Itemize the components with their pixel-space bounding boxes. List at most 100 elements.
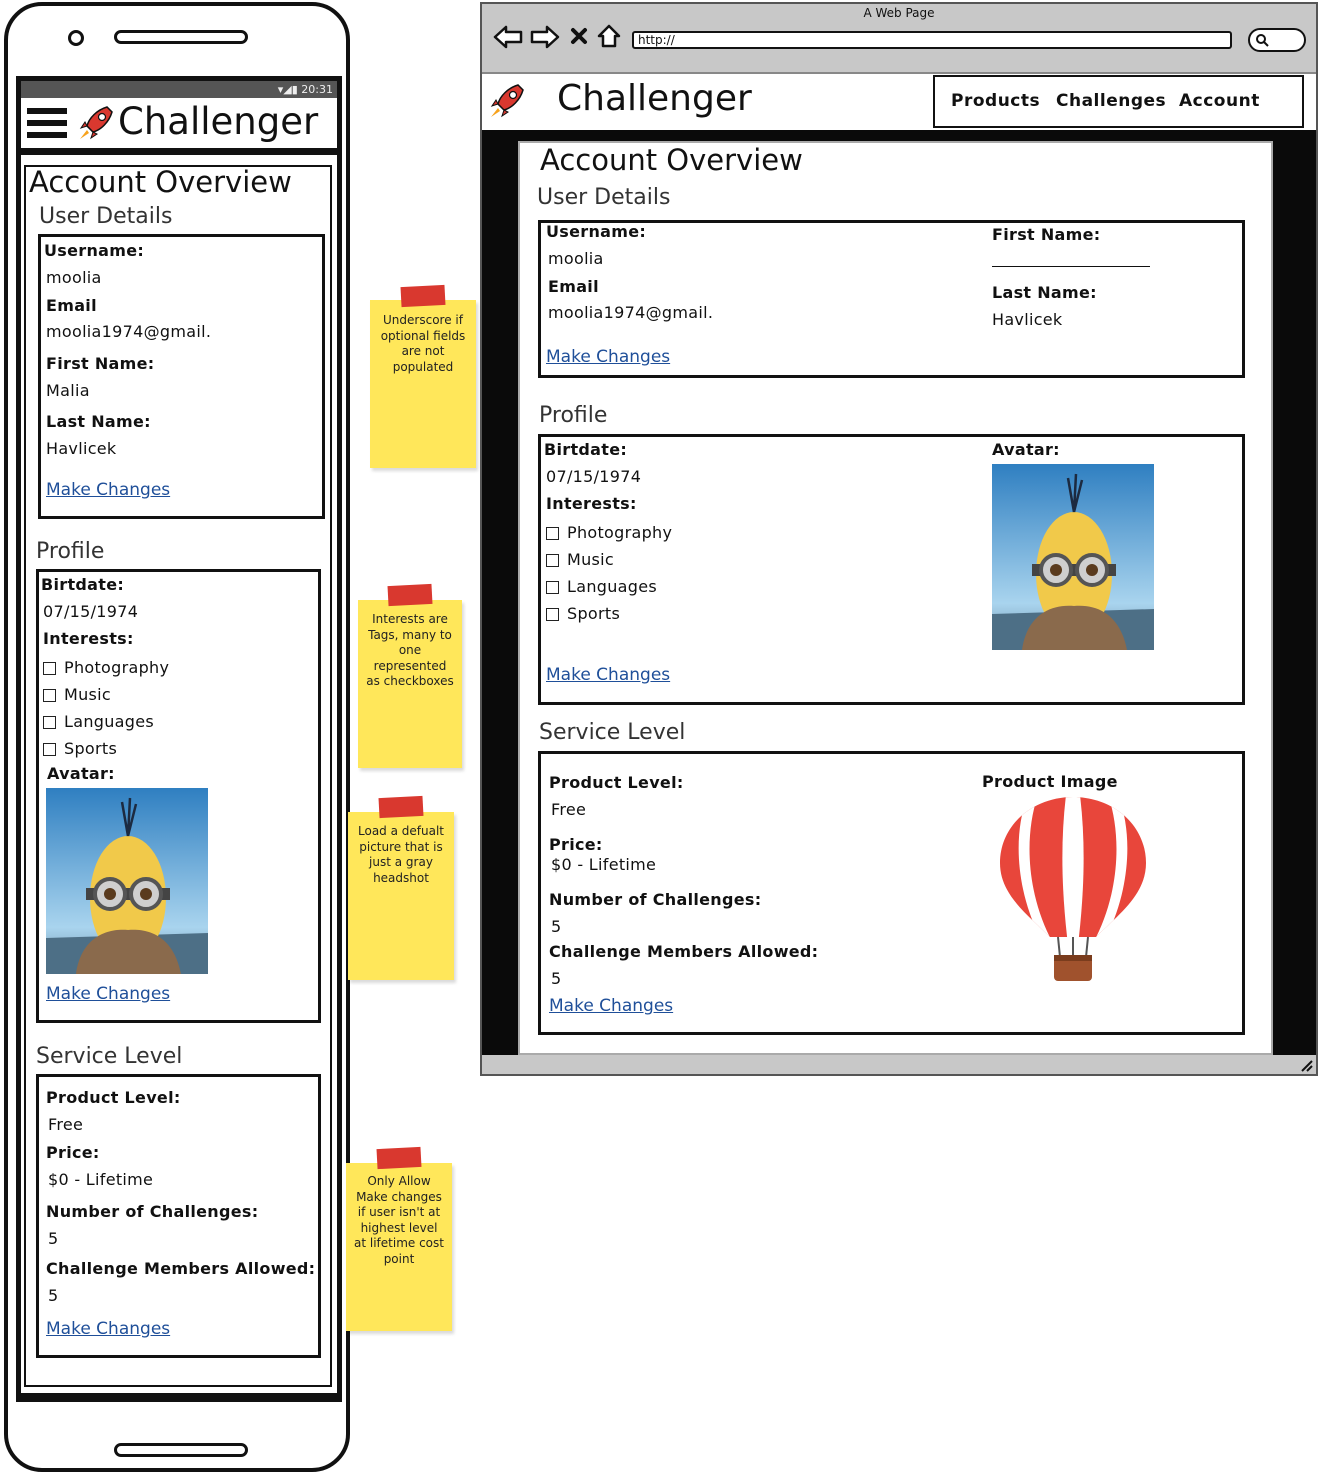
browser-user-details-heading: User Details bbox=[537, 185, 671, 210]
browser-price-value: $0 - Lifetime bbox=[551, 855, 657, 874]
browser-user-make-changes-link[interactable]: Make Changes bbox=[546, 347, 670, 367]
nav-account[interactable]: Account bbox=[1179, 91, 1260, 111]
mobile-interest-sports[interactable]: Sports bbox=[43, 739, 117, 758]
tape-strip bbox=[387, 583, 433, 607]
phone-home-button[interactable] bbox=[114, 1443, 248, 1457]
browser-app-title: Challenger bbox=[557, 78, 752, 119]
phone-camera bbox=[68, 30, 84, 46]
mobile-username-value: moolia bbox=[46, 268, 102, 287]
hot-air-balloon-icon bbox=[1000, 797, 1146, 981]
mobile-app-title: Challenger bbox=[118, 100, 319, 143]
browser-email-value: moolia1974@gmail. bbox=[548, 303, 714, 322]
rocket-logo-icon bbox=[79, 106, 113, 140]
browser-price-label: Price: bbox=[549, 835, 603, 854]
browser-product-level-label: Product Level: bbox=[549, 773, 684, 792]
browser-avatar-image[interactable] bbox=[992, 464, 1154, 650]
sticky-note-interests: Interests are Tags, many to one represen… bbox=[358, 600, 462, 768]
checkbox-icon[interactable] bbox=[546, 554, 559, 567]
browser-challenges-label: Number of Challenges: bbox=[549, 890, 762, 909]
home-icon[interactable] bbox=[596, 23, 622, 49]
status-bar: ▾◢▮ 20:31 bbox=[21, 81, 337, 98]
browser-email-label: Email bbox=[548, 277, 599, 296]
checkbox-icon[interactable] bbox=[546, 581, 559, 594]
mobile-user-make-changes-link[interactable]: Make Changes bbox=[46, 480, 170, 500]
mobile-last-name-value: Havlicek bbox=[46, 439, 117, 458]
mobile-interest-music[interactable]: Music bbox=[43, 685, 111, 704]
mobile-first-name-label: First Name: bbox=[46, 354, 155, 373]
hamburger-menu-icon[interactable] bbox=[27, 108, 67, 142]
browser-avatar-label: Avatar: bbox=[992, 440, 1060, 459]
browser-interest-music[interactable]: Music bbox=[546, 550, 614, 569]
mobile-price-label: Price: bbox=[46, 1143, 100, 1162]
sticky-note-underscore: Underscore if optional fields are not po… bbox=[370, 300, 476, 468]
checkbox-icon[interactable] bbox=[43, 689, 56, 702]
mobile-interest-photography[interactable]: Photography bbox=[43, 658, 169, 677]
checkbox-icon[interactable] bbox=[546, 608, 559, 621]
mobile-page-title: Account Overview bbox=[29, 165, 292, 199]
mobile-avatar-label: Avatar: bbox=[47, 764, 115, 783]
browser-page-title: Account Overview bbox=[540, 143, 803, 177]
mobile-interests-label: Interests: bbox=[43, 629, 134, 648]
mobile-challenges-label: Number of Challenges: bbox=[46, 1202, 259, 1221]
mobile-app-header: Challenger bbox=[21, 98, 337, 148]
browser-interests-label: Interests: bbox=[546, 494, 637, 513]
browser-interest-sports[interactable]: Sports bbox=[546, 604, 620, 623]
mobile-first-name-value: Malia bbox=[46, 381, 90, 400]
mobile-service-make-changes-link[interactable]: Make Changes bbox=[46, 1319, 170, 1339]
mobile-challenges-value: 5 bbox=[48, 1229, 59, 1248]
browser-service-heading: Service Level bbox=[539, 720, 686, 745]
search-box[interactable] bbox=[1248, 28, 1306, 52]
rocket-logo-icon bbox=[490, 84, 524, 118]
nav-challenges[interactable]: Challenges bbox=[1056, 91, 1166, 111]
browser-interest-languages[interactable]: Languages bbox=[546, 577, 657, 596]
mobile-user-details-heading: User Details bbox=[39, 204, 173, 229]
mobile-members-label: Challenge Members Allowed: bbox=[46, 1259, 316, 1278]
browser-first-name-empty-underline bbox=[992, 266, 1150, 267]
mobile-last-name-label: Last Name: bbox=[46, 412, 151, 431]
mobile-avatar-image[interactable] bbox=[46, 788, 208, 974]
browser-interest-photography[interactable]: Photography bbox=[546, 523, 672, 542]
tape-strip bbox=[378, 795, 424, 819]
nav-products[interactable]: Products bbox=[951, 91, 1040, 111]
stop-x-icon[interactable] bbox=[570, 27, 588, 45]
status-time: 20:31 bbox=[301, 83, 333, 96]
browser-username-value: moolia bbox=[548, 249, 604, 268]
back-arrow-icon[interactable] bbox=[493, 24, 523, 50]
sticky-note-avatar: Load a defualt picture that is just a gr… bbox=[348, 812, 454, 980]
address-bar[interactable]: http:// bbox=[632, 31, 1232, 49]
mobile-birthdate-label: Birtdate: bbox=[41, 575, 125, 594]
mobile-interest-languages[interactable]: Languages bbox=[43, 712, 154, 731]
mobile-product-level-value: Free bbox=[48, 1115, 84, 1134]
browser-profile-make-changes-link[interactable]: Make Changes bbox=[546, 665, 670, 685]
address-bar-url: http:// bbox=[638, 33, 675, 47]
checkbox-icon[interactable] bbox=[43, 743, 56, 756]
tape-strip bbox=[400, 284, 446, 308]
forward-arrow-icon[interactable] bbox=[530, 24, 560, 50]
browser-window-title: A Web Page bbox=[863, 6, 935, 20]
tape-strip bbox=[376, 1146, 422, 1170]
search-icon bbox=[1256, 34, 1269, 47]
mobile-email-label: Email bbox=[46, 296, 97, 315]
browser-birthdate-value: 07/15/1974 bbox=[546, 467, 642, 486]
browser-challenges-value: 5 bbox=[551, 917, 562, 936]
phone-speaker bbox=[114, 30, 248, 44]
browser-service-make-changes-link[interactable]: Make Changes bbox=[549, 996, 673, 1016]
checkbox-icon[interactable] bbox=[546, 527, 559, 540]
mobile-birthdate-value: 07/15/1974 bbox=[43, 602, 139, 621]
browser-last-name-value: Havlicek bbox=[992, 310, 1063, 329]
signal-icon: ▾◢▮ bbox=[277, 83, 302, 96]
checkbox-icon[interactable] bbox=[43, 716, 56, 729]
mobile-profile-heading: Profile bbox=[36, 539, 105, 564]
browser-product-level-value: Free bbox=[551, 800, 587, 819]
mobile-service-heading: Service Level bbox=[36, 1044, 183, 1069]
sticky-note-make-changes: Only Allow Make changes if user isn't at… bbox=[346, 1163, 452, 1331]
mobile-profile-make-changes-link[interactable]: Make Changes bbox=[46, 984, 170, 1004]
browser-username-label: Username: bbox=[546, 222, 647, 241]
mobile-members-value: 5 bbox=[48, 1286, 59, 1305]
checkbox-icon[interactable] bbox=[43, 662, 56, 675]
resize-grip-icon[interactable] bbox=[1298, 1057, 1314, 1073]
browser-last-name-label: Last Name: bbox=[992, 283, 1097, 302]
browser-birthdate-label: Birtdate: bbox=[544, 440, 628, 459]
mobile-price-value: $0 - Lifetime bbox=[48, 1170, 154, 1189]
browser-members-label: Challenge Members Allowed: bbox=[549, 942, 819, 961]
